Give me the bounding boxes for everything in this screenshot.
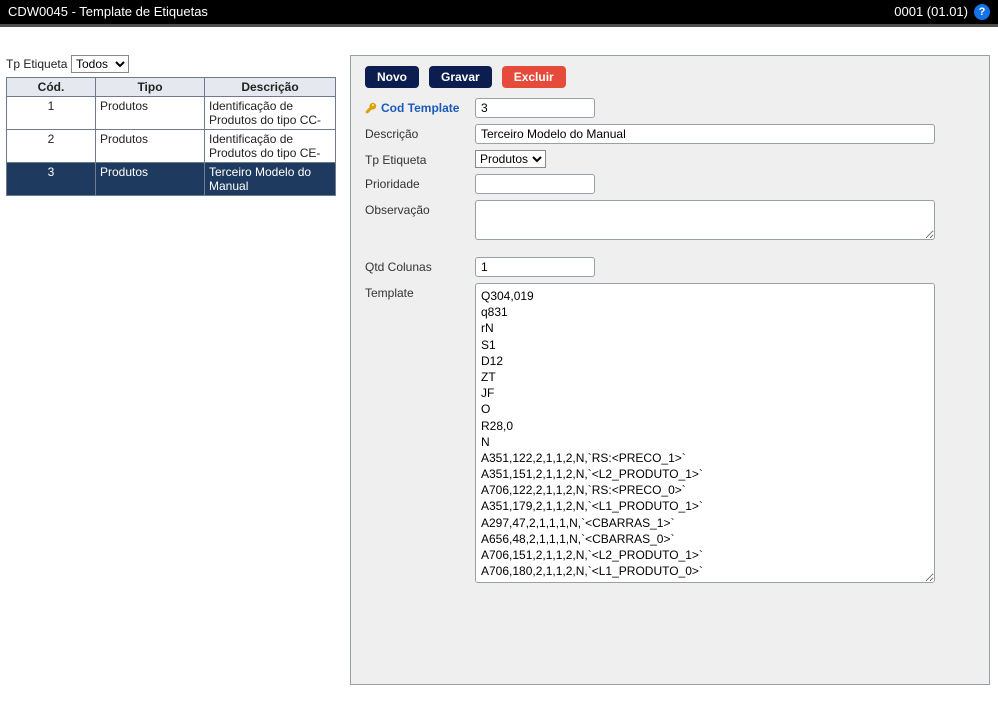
left-panel: Tp Etiqueta Todos Cód. Tipo Descrição 1P… <box>6 55 346 196</box>
tp-etiqueta-select[interactable]: Produtos <box>475 150 546 168</box>
label-qtd-colunas: Qtd Colunas <box>365 257 475 274</box>
filter-row: Tp Etiqueta Todos <box>6 55 346 73</box>
row-observacao: Observação <box>365 200 975 243</box>
label-cod-template-text: Cod Template <box>381 101 459 115</box>
cell-cod: 1 <box>7 97 96 130</box>
row-tp-etiqueta: Tp Etiqueta Produtos <box>365 150 975 168</box>
qtd-colunas-input[interactable] <box>475 257 595 277</box>
version-area: 0001 (01.01) ? <box>894 0 990 24</box>
table-row[interactable]: 3ProdutosTerceiro Modelo do Manual <box>7 163 336 196</box>
table-row[interactable]: 1ProdutosIdentificação de Produtos do ti… <box>7 97 336 130</box>
cell-tipo: Produtos <box>96 163 205 196</box>
tp-etiqueta-filter[interactable]: Todos <box>71 55 129 73</box>
row-cod-template: Cod Template <box>365 98 975 118</box>
th-desc: Descrição <box>205 78 336 97</box>
row-qtd-colunas: Qtd Colunas <box>365 257 975 277</box>
table-header-row: Cód. Tipo Descrição <box>7 78 336 97</box>
cell-descricao: Identificação de Produtos do tipo CE- <box>205 130 336 163</box>
descricao-input[interactable] <box>475 124 935 144</box>
label-template: Template <box>365 283 475 300</box>
row-prioridade: Prioridade <box>365 174 975 194</box>
cell-tipo: Produtos <box>96 130 205 163</box>
window-title: CDW0045 - Template de Etiquetas <box>8 0 208 24</box>
main-area: Tp Etiqueta Todos Cód. Tipo Descrição 1P… <box>0 27 998 693</box>
observacao-textarea[interactable] <box>475 200 935 240</box>
label-observacao: Observação <box>365 200 475 217</box>
novo-button[interactable]: Novo <box>365 66 419 88</box>
cell-tipo: Produtos <box>96 97 205 130</box>
label-prioridade: Prioridade <box>365 174 475 191</box>
help-icon[interactable]: ? <box>974 4 990 20</box>
title-bar: CDW0045 - Template de Etiquetas 0001 (01… <box>0 0 998 27</box>
prioridade-input[interactable] <box>475 174 595 194</box>
gravar-button[interactable]: Gravar <box>429 66 492 88</box>
filter-label: Tp Etiqueta <box>6 57 67 71</box>
cell-descricao: Identificação de Produtos do tipo CC- <box>205 97 336 130</box>
label-descricao: Descrição <box>365 124 475 141</box>
cell-cod: 3 <box>7 163 96 196</box>
form-panel: Novo Gravar Excluir Cod Template Descriç… <box>350 55 990 685</box>
button-row: Novo Gravar Excluir <box>365 66 975 88</box>
template-textarea[interactable] <box>475 283 935 583</box>
label-cod-template: Cod Template <box>365 98 475 115</box>
key-icon <box>365 102 377 114</box>
label-tp-etiqueta: Tp Etiqueta <box>365 150 475 167</box>
cod-template-input[interactable] <box>475 98 595 118</box>
row-template: Template <box>365 283 975 586</box>
cell-descricao: Terceiro Modelo do Manual <box>205 163 336 196</box>
templates-table: Cód. Tipo Descrição 1ProdutosIdentificaç… <box>6 77 336 196</box>
version-text: 0001 (01.01) <box>894 0 968 24</box>
excluir-button[interactable]: Excluir <box>502 66 566 88</box>
row-descricao: Descrição <box>365 124 975 144</box>
table-row[interactable]: 2ProdutosIdentificação de Produtos do ti… <box>7 130 336 163</box>
th-tipo: Tipo <box>96 78 205 97</box>
th-cod: Cód. <box>7 78 96 97</box>
cell-cod: 2 <box>7 130 96 163</box>
